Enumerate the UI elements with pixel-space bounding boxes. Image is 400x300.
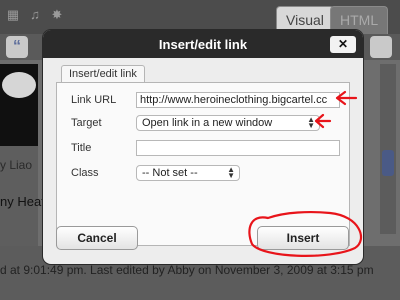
- tab-insert-edit-link[interactable]: Insert/edit link: [61, 65, 145, 83]
- class-select-value: -- Not set --: [142, 167, 198, 179]
- dialog-title: Insert/edit link: [158, 37, 248, 52]
- blockquote-button[interactable]: “: [6, 36, 28, 58]
- link-settings-panel: Link URL http://www.heroineclothing.bigc…: [56, 82, 350, 246]
- link-url-label: Link URL: [71, 94, 117, 106]
- content-image: [0, 64, 38, 146]
- title-input[interactable]: [136, 140, 340, 156]
- last-edited-status: d at 9:01:49 pm. Last edited by Abby on …: [0, 263, 374, 277]
- link-url-input[interactable]: http://www.heroineclothing.bigcartel.cc: [136, 92, 340, 108]
- editor-scrollbar[interactable]: [380, 64, 396, 234]
- close-icon: ✕: [337, 37, 349, 51]
- target-label: Target: [71, 117, 102, 129]
- music-icon[interactable]: ♫: [28, 8, 42, 22]
- format-icon[interactable]: ▦: [6, 8, 20, 22]
- scrollbar-thumb[interactable]: [382, 150, 394, 176]
- cancel-button[interactable]: Cancel: [56, 226, 138, 250]
- insert-button[interactable]: Insert: [257, 226, 349, 250]
- class-label: Class: [71, 167, 99, 179]
- toolbar-button-right[interactable]: [370, 36, 392, 58]
- target-select-value: Open link in a new window: [142, 117, 273, 129]
- class-select[interactable]: -- Not set -- ▲ ▼: [136, 165, 240, 181]
- logo-thumbnail: [2, 72, 36, 98]
- content-text-fragment: y Liao: [0, 158, 33, 172]
- title-label: Title: [71, 142, 92, 154]
- content-heading-fragment: ny Heat: [0, 194, 45, 209]
- chevron-updown-icon: ▲ ▼: [227, 165, 235, 180]
- gear-icon[interactable]: ✸: [50, 8, 64, 22]
- chevron-updown-icon: ▲ ▼: [307, 115, 315, 130]
- close-button[interactable]: ✕: [330, 36, 356, 53]
- insert-edit-link-dialog: Insert/edit link ✕ Insert/edit link Link…: [43, 30, 363, 264]
- target-select[interactable]: Open link in a new window ▲ ▼: [136, 115, 320, 131]
